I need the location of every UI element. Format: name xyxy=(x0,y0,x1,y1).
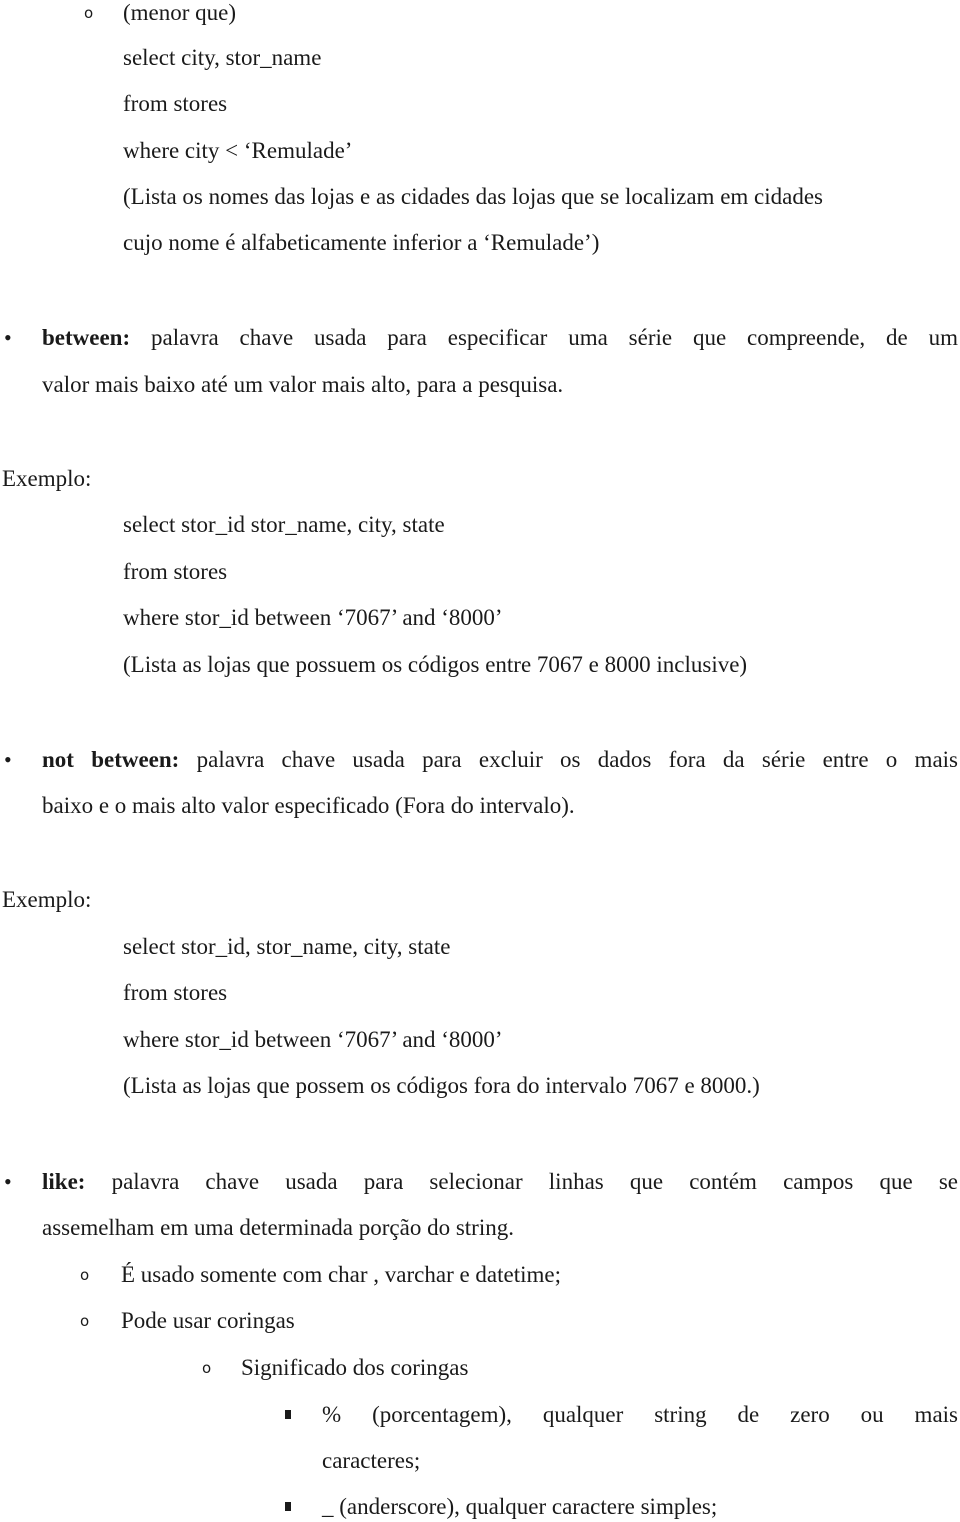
code-line: select city, stor_name xyxy=(123,45,322,70)
between-keyword: between: xyxy=(42,325,131,350)
not-between-keyword: not between: xyxy=(42,747,180,772)
note-line: (Lista as lojas que possuem os códigos e… xyxy=(123,652,748,677)
between-desc-line2: valor mais baixo até um valor mais alto,… xyxy=(42,372,564,397)
like-sub-item: É usado somente com char , varchar e dat… xyxy=(121,1262,562,1287)
like-desc-line2: assemelham em uma determinada porção do … xyxy=(42,1215,514,1240)
code-line: from stores xyxy=(123,91,228,116)
code-line: where stor_id between ‘7067’ and ‘8000’ xyxy=(123,1027,503,1052)
bullet-icon: • xyxy=(4,747,12,772)
bullet-icon: • xyxy=(4,325,12,350)
bullet-icon: • xyxy=(4,1169,12,1194)
square-bullet-icon xyxy=(285,1502,291,1511)
code-line: from stores xyxy=(123,980,228,1005)
wildcard-underscore: _ (anderscore), qualquer caractere simpl… xyxy=(322,1494,718,1519)
circle-bullet-icon: o xyxy=(202,1359,212,1377)
like-keyword: like: xyxy=(42,1169,86,1194)
example-label: Exemplo: xyxy=(2,887,92,912)
circle-bullet-icon: o xyxy=(84,4,94,22)
not-between-description: not between: palavra chave usada para ex… xyxy=(42,747,958,773)
circle-bullet-icon: o xyxy=(80,1312,90,1330)
square-bullet-icon xyxy=(285,1410,291,1419)
like-sub-item: Pode usar coringas xyxy=(121,1308,295,1333)
wildcard-percent: % (porcentagem), qualquer string de zero… xyxy=(322,1402,958,1427)
circle-bullet-icon: o xyxy=(80,1266,90,1284)
example-label: Exemplo: xyxy=(2,466,92,491)
not-between-desc-line2: baixo e o mais alto valor especificado (… xyxy=(42,793,575,818)
like-description: like: palavra chave usada para seleciona… xyxy=(42,1169,958,1195)
code-line: select stor_id, stor_name, city, state xyxy=(123,934,451,959)
note-line: (Lista as lojas que possem os códigos fo… xyxy=(123,1073,760,1098)
wildcards-title: Significado dos coringas xyxy=(241,1355,469,1380)
between-desc-line1: palavra chave usada para especificar uma… xyxy=(130,325,958,350)
menor-que-label: (menor que) xyxy=(123,0,237,25)
note-line: (Lista os nomes das lojas e as cidades d… xyxy=(123,184,824,209)
code-line: where city < ‘Remulade’ xyxy=(123,138,353,163)
code-line: where stor_id between ‘7067’ and ‘8000’ xyxy=(123,605,503,630)
code-line: from stores xyxy=(123,559,228,584)
not-between-desc-line1: palavra chave usada para excluir os dado… xyxy=(179,747,958,772)
between-description: between: palavra chave usada para especi… xyxy=(42,325,958,351)
note-line: cujo nome é alfabeticamente inferior a ‘… xyxy=(123,230,600,255)
wildcard-percent-cont: caracteres; xyxy=(322,1448,421,1473)
code-line: select stor_id stor_name, city, state xyxy=(123,512,445,537)
like-desc-line1: palavra chave usada para selecionar linh… xyxy=(85,1169,958,1194)
